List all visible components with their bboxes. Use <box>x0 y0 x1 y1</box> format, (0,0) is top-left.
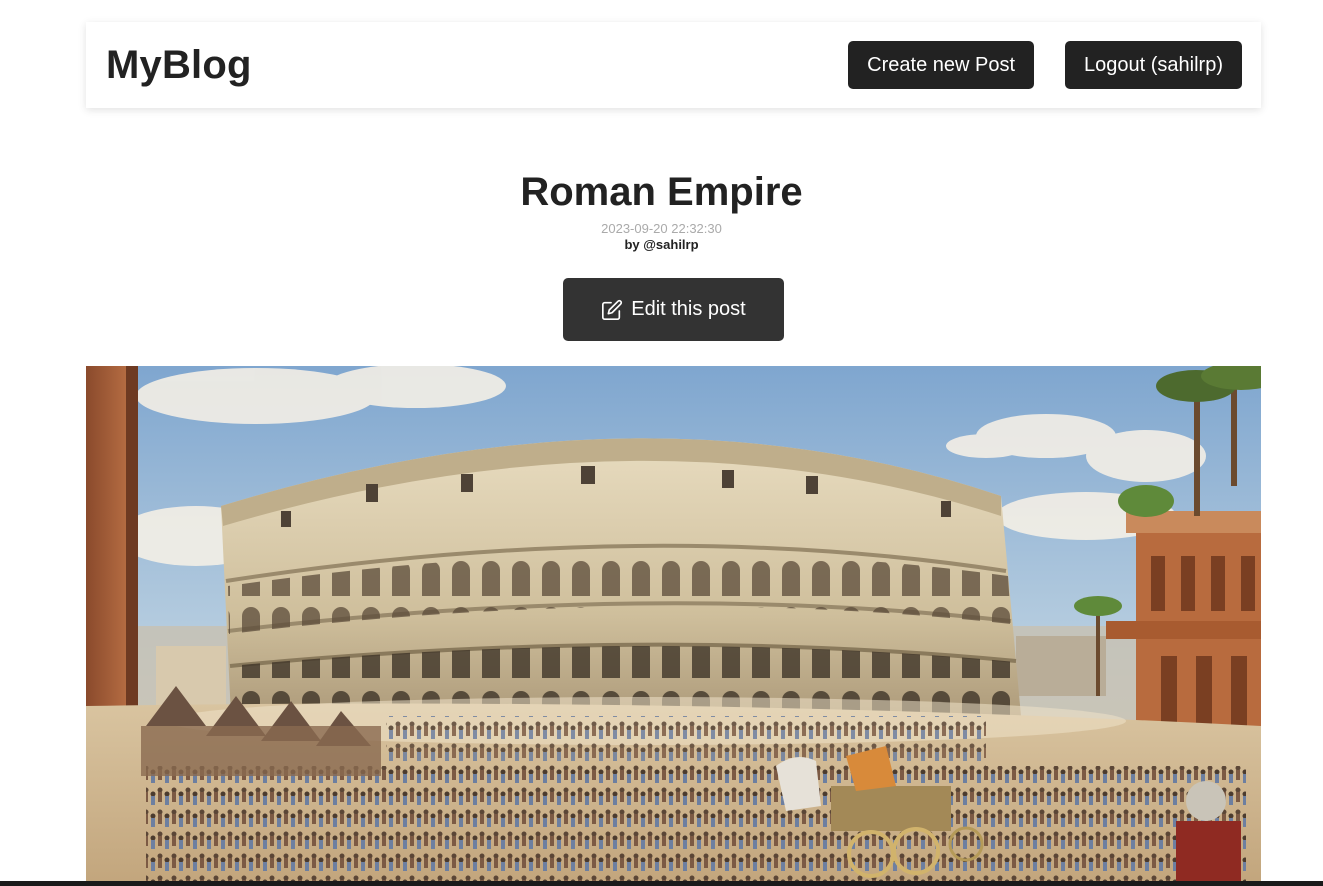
post-timestamp: 2023-09-20 22:32:30 <box>601 221 722 236</box>
colosseum-illustration <box>86 366 1261 886</box>
edit-icon <box>601 299 623 321</box>
post-image <box>86 366 1261 886</box>
header-nav: Create new Post Logout (sahilrp) <box>848 41 1242 89</box>
site-header: MyBlog Create new Post Logout (sahilrp) <box>86 22 1261 108</box>
edit-post-button[interactable]: Edit this post <box>563 278 784 341</box>
post-title: Roman Empire <box>520 170 803 214</box>
logout-button[interactable]: Logout (sahilrp) <box>1065 41 1242 89</box>
post-author: by @sahilrp <box>624 237 699 252</box>
create-post-button[interactable]: Create new Post <box>848 41 1035 89</box>
bottom-edge <box>0 881 1323 886</box>
page: MyBlog Create new Post Logout (sahilrp) … <box>0 0 1323 886</box>
edit-post-label: Edit this post <box>631 298 746 320</box>
site-logo[interactable]: MyBlog <box>106 43 252 88</box>
